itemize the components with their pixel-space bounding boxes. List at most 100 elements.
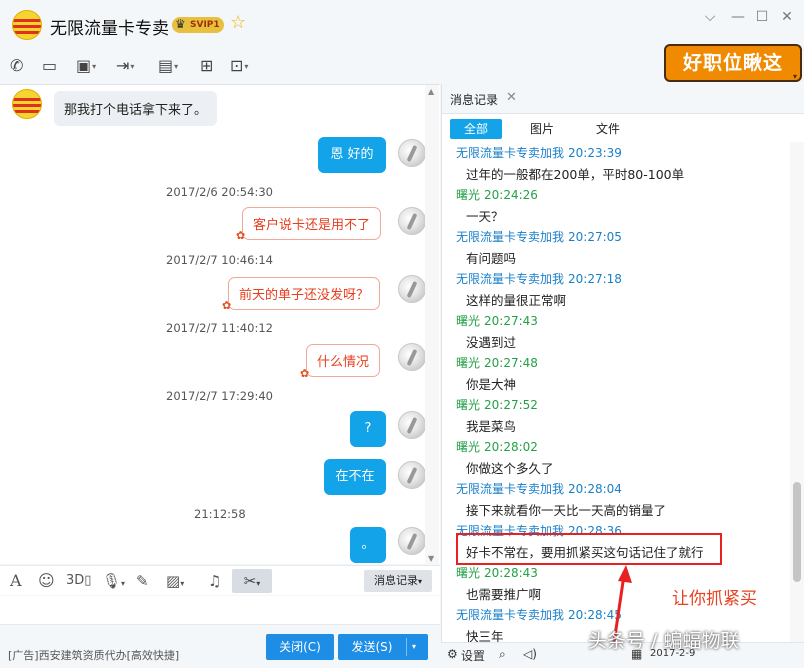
history-message-header: 曙光 20:27:43 — [456, 312, 538, 329]
history-message-text: 接下来就看你一天比一天高的销量了 — [466, 503, 667, 518]
input-toolbar: A ☺ 3D▯ 🎙▾ ✎ ▨▾ ♫ ✂▾ 消息记录▾ — [0, 565, 440, 595]
filter-images[interactable]: 图片 — [522, 119, 562, 139]
speaker-icon[interactable]: ◁) — [523, 647, 537, 661]
sender-name[interactable]: 曙光 — [456, 440, 480, 454]
svip-badge[interactable]: ♛ SVIP1 — [172, 17, 224, 33]
history-message-header: 曙光 20:27:48 — [456, 354, 538, 371]
close-button[interactable]: 关闭(C) — [266, 634, 334, 660]
close-icon[interactable]: ✕ — [506, 90, 517, 105]
filter-files[interactable]: 文件 — [588, 119, 628, 139]
sender-name[interactable]: 无限流量卡专卖加我 — [456, 230, 564, 244]
sender-name[interactable]: 无限流量卡专卖加我 — [456, 272, 564, 286]
sender-name[interactable]: 曙光 — [456, 188, 480, 202]
message-time: 20:27:43 — [484, 314, 538, 328]
message-time: 20:27:18 — [568, 272, 622, 286]
phone-icon[interactable]: ✆ — [10, 54, 23, 78]
history-message-header: 无限流量卡专卖加我 20:23:39 — [456, 144, 622, 161]
message-icon[interactable]: ⊞ — [200, 54, 213, 78]
message-bubble-outgoing-red: 前天的单子还没发呀？ — [228, 277, 381, 310]
timestamp: 2017/2/6 20:54:30 — [166, 185, 273, 199]
microphone-icon[interactable]: 🎙▾ — [102, 570, 125, 592]
bottom-bar: [广告]西安建筑资质代办[高效快捷] 关闭(C) 发送(S) ▾ — [0, 624, 440, 668]
user-avatar[interactable] — [398, 207, 426, 235]
chat-toolbar: ✆ ▭ ▣▾ ⇥▾ ▤▾ ⊞ ⊡▾ — [0, 50, 440, 82]
chat-messages: 那我打个电话拿下来了。 恩 好的 2017/2/6 20:54:30 客户说卡还… — [0, 84, 440, 564]
annotation-text: 让你抓紧买 — [672, 589, 757, 609]
close-window-button[interactable]: ✕ — [777, 8, 797, 26]
menu-icon[interactable]: ⌵ — [700, 8, 720, 26]
message-time: 20:28:43 — [484, 566, 538, 580]
music-icon[interactable]: ♫ — [208, 570, 221, 592]
video-call-icon[interactable]: ▭ — [42, 54, 57, 78]
ad-banner[interactable]: 好职位瞅这 ▾ — [664, 44, 802, 82]
message-bubble-incoming: 那我打个电话拿下来了。 — [54, 91, 218, 126]
sender-name[interactable]: 无限流量卡专卖加我 — [456, 608, 564, 622]
screen-share-icon[interactable]: ▣▾ — [76, 54, 96, 78]
settings-label[interactable]: 设置 — [461, 647, 485, 664]
apps-icon[interactable]: ⊡▾ — [230, 54, 248, 78]
gif-icon[interactable]: 3D▯ — [66, 570, 91, 592]
remote-desktop-icon[interactable]: ▤▾ — [158, 54, 178, 78]
sender-name[interactable]: 曙光 — [456, 356, 480, 370]
font-icon[interactable]: A — [10, 570, 22, 592]
timestamp: 21:12:58 — [194, 507, 246, 521]
send-button[interactable]: 发送(S) ▾ — [338, 634, 428, 660]
sender-name[interactable]: 曙光 — [456, 314, 480, 328]
star-icon[interactable]: ☆ — [230, 14, 246, 32]
title-bar: 无限流量卡专卖 ♛ SVIP1 ☆ ⌵ — ☐ ✕ — [0, 0, 804, 48]
message-bubble-outgoing: ? — [350, 411, 386, 447]
search-icon[interactable]: ⌕ — [499, 647, 506, 662]
screenshot-scissors-icon[interactable]: ✂▾ — [232, 569, 272, 593]
history-message-text: 你做这个多久了 — [466, 461, 554, 476]
highlight-box — [456, 533, 722, 565]
pen-icon[interactable]: ✎ — [136, 570, 149, 592]
sender-name[interactable]: 无限流量卡专卖加我 — [456, 482, 564, 496]
message-bubble-outgoing: 在不在 — [324, 459, 386, 495]
history-scrollbar[interactable] — [790, 142, 804, 642]
user-avatar[interactable] — [398, 343, 426, 371]
history-message-header: 曙光 20:24:26 — [456, 186, 538, 203]
user-avatar[interactable] — [398, 139, 426, 167]
history-tab[interactable]: 消息记录 ✕ — [442, 84, 804, 114]
history-message-text: 我是菜鸟 — [466, 419, 517, 434]
sender-name[interactable]: 曙光 — [456, 566, 480, 580]
settings-gear-icon[interactable]: ⚙ — [447, 647, 458, 661]
chat-scrollbar[interactable]: ▲ ▼ — [425, 85, 439, 564]
timestamp: 2017/2/7 17:29:40 — [166, 389, 273, 403]
emoji-icon: ✿ — [300, 367, 310, 380]
emoji-icon[interactable]: ☺ — [38, 570, 55, 592]
sender-name[interactable]: 无限流量卡专卖加我 — [456, 146, 564, 160]
user-avatar[interactable] — [398, 275, 426, 303]
history-message-header: 无限流量卡专卖加我 20:28:45 — [456, 606, 622, 623]
minimize-button[interactable]: — — [728, 8, 748, 26]
message-input[interactable] — [0, 596, 440, 624]
maximize-button[interactable]: ☐ — [752, 8, 772, 26]
message-time: 20:24:26 — [484, 188, 538, 202]
scroll-thumb[interactable] — [793, 482, 801, 582]
history-message-header: 曙光 20:28:43 — [456, 564, 538, 581]
history-message-header: 无限流量卡专卖加我 20:27:18 — [456, 270, 622, 287]
user-avatar[interactable] — [398, 527, 426, 555]
emoji-icon: ✿ — [236, 229, 246, 242]
contact-avatar[interactable] — [12, 10, 42, 40]
history-message-header: 无限流量卡专卖加我 20:27:05 — [456, 228, 622, 245]
message-time: 20:27:48 — [484, 356, 538, 370]
user-avatar[interactable] — [398, 411, 426, 439]
history-message-header: 曙光 20:28:02 — [456, 438, 538, 455]
timestamp: 2017/2/7 10:46:14 — [166, 253, 273, 267]
file-transfer-icon[interactable]: ⇥▾ — [116, 54, 134, 78]
history-message-text: 你是大神 — [466, 377, 517, 392]
send-options-chevron-icon[interactable]: ▾ — [412, 634, 416, 660]
filter-all[interactable]: 全部 — [450, 119, 502, 139]
timestamp: 2017/2/7 11:40:12 — [166, 321, 273, 335]
message-time: 20:28:02 — [484, 440, 538, 454]
history-button[interactable]: 消息记录▾ — [364, 570, 432, 592]
history-message-text: 有问题吗 — [466, 251, 517, 266]
message-bubble-outgoing: 。 — [350, 527, 386, 563]
image-icon[interactable]: ▨▾ — [166, 570, 184, 592]
contact-avatar-small[interactable] — [12, 89, 42, 119]
ad-link[interactable]: [广告]西安建筑资质代办[高效快捷] — [8, 647, 179, 663]
sender-name[interactable]: 曙光 — [456, 398, 480, 412]
message-time: 20:28:04 — [568, 482, 622, 496]
user-avatar[interactable] — [398, 461, 426, 489]
